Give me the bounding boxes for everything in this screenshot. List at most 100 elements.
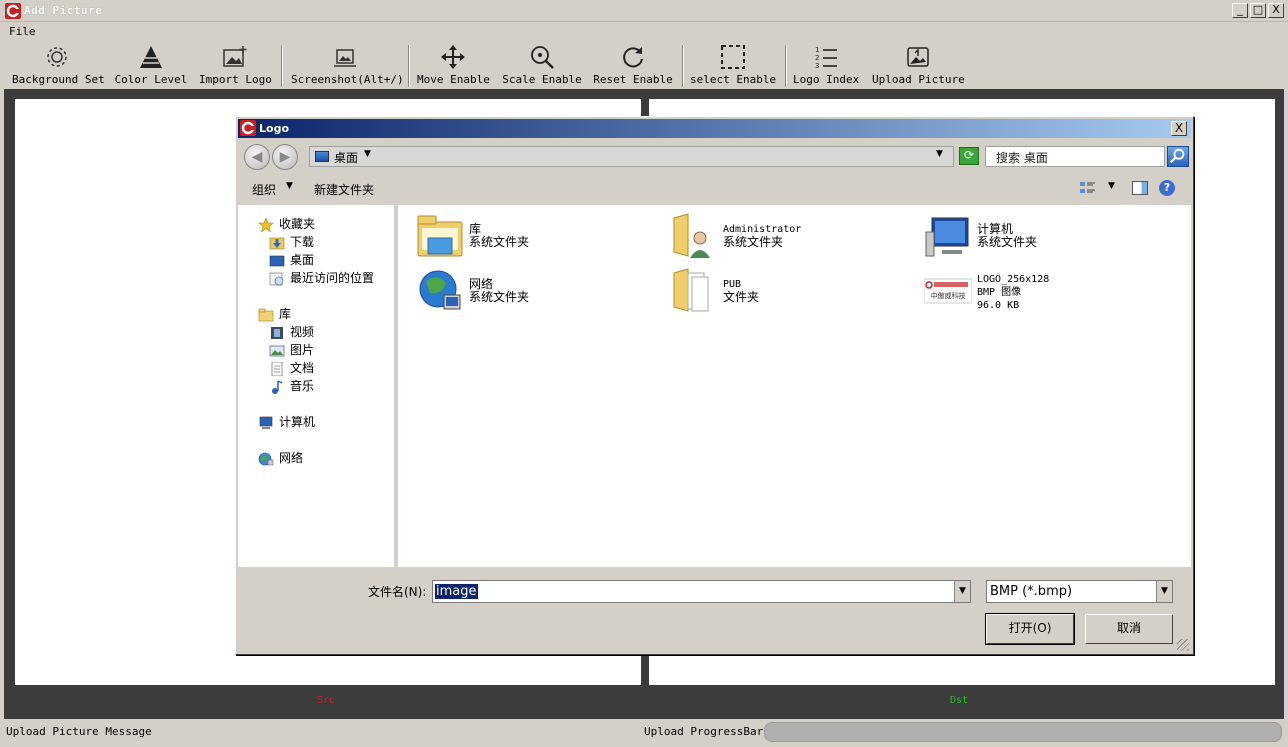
nav-videos[interactable]: 视频 — [269, 323, 314, 341]
maximize-button[interactable]: □ — [1250, 3, 1266, 18]
minimize-button[interactable]: _ — [1232, 3, 1248, 18]
scale-enable-button[interactable]: Scale Enable — [502, 41, 582, 87]
refresh-button[interactable]: ⟳ — [959, 147, 979, 165]
screenshot-icon — [334, 49, 356, 67]
open-button[interactable]: 打开(O) — [985, 613, 1075, 645]
screenshot-label: Screenshot(Alt+/) — [291, 73, 404, 86]
reset-enable-button[interactable]: Reset Enable — [593, 41, 673, 87]
file-item[interactable]: PUB 文件夹 — [670, 267, 920, 319]
address-row: ◀ ▶ 桌面 ▼ ▼ ⟳ 搜索 桌面 — [238, 142, 1191, 172]
nav-network[interactable]: 网络 — [258, 449, 303, 467]
nav-favorites-label: 收藏夹 — [279, 217, 316, 231]
file-type: BMP 图像 — [977, 287, 1022, 298]
file-item[interactable]: 中傲威科技 LOGO_256x128 BMP 图像 96.0 KB — [924, 267, 1174, 319]
video-icon — [271, 326, 283, 339]
address-current: 桌面 — [334, 151, 359, 165]
close-button[interactable]: X — [1268, 3, 1284, 18]
select-enable-label: select Enable — [690, 73, 777, 86]
nav-recent[interactable]: 最近访问的位置 — [269, 269, 374, 287]
move-icon — [441, 45, 465, 69]
nav-music[interactable]: 音乐 — [269, 377, 314, 395]
import-logo-button[interactable]: Import Logo — [199, 41, 272, 87]
view-options-icon[interactable] — [1080, 181, 1096, 195]
file-item[interactable]: 库 系统文件夹 — [416, 212, 666, 264]
upload-picture-button[interactable]: Upload Picture — [872, 41, 965, 87]
desktop-icon — [269, 255, 285, 266]
music-icon — [272, 379, 283, 394]
address-dropdown-icon[interactable]: ▼ — [936, 149, 943, 159]
filetype-value: BMP (*.bmp) — [990, 584, 1073, 599]
network-globe-icon — [419, 270, 461, 310]
file-item[interactable]: 网络 系统文件夹 — [416, 267, 666, 319]
scale-enable-label: Scale Enable — [502, 73, 582, 86]
nav-network-label: 网络 — [279, 451, 304, 465]
nav-libraries[interactable]: 库 — [258, 305, 291, 323]
nav-favorites[interactable]: 收藏夹 — [258, 215, 315, 233]
move-enable-button[interactable]: Move Enable — [417, 41, 490, 87]
dialog-titlebar: Logo X — [238, 119, 1191, 138]
command-bar: 组织 ▼ 新建文件夹 ▼ ? — [238, 175, 1191, 203]
dialog-close-button[interactable]: X — [1171, 121, 1187, 136]
folder-icon — [673, 268, 709, 312]
toolbar-separator — [785, 45, 787, 87]
nav-desktop[interactable]: 桌面 — [269, 251, 314, 269]
address-bar[interactable]: 桌面 ▼ ▼ — [309, 146, 954, 167]
filename-value: image — [435, 584, 478, 599]
thumbnail-text: 中傲威科技 — [931, 291, 966, 300]
nav-downloads-label: 下载 — [290, 235, 315, 249]
color-level-button[interactable]: Color Level — [114, 41, 188, 87]
preview-pane-icon[interactable] — [1132, 181, 1148, 195]
new-folder-button[interactable]: 新建文件夹 — [314, 181, 374, 198]
toolbar-separator — [281, 45, 283, 87]
reset-icon — [623, 47, 643, 68]
filename-dropdown-icon[interactable]: ▼ — [954, 581, 970, 602]
progress-label: Upload ProgressBar: — [644, 725, 770, 738]
cancel-button[interactable]: 取消 — [1085, 614, 1173, 644]
color-level-label: Color Level — [114, 73, 188, 86]
download-folder-icon — [269, 237, 285, 249]
file-item[interactable]: 计算机 系统文件夹 — [924, 212, 1174, 264]
nav-computer[interactable]: 计算机 — [258, 413, 315, 431]
gear-icon — [47, 47, 67, 67]
network-icon — [258, 452, 274, 465]
file-size: 96.0 KB — [977, 300, 1020, 311]
logo-index-button[interactable]: 123 Logo Index — [793, 41, 859, 87]
filetype-dropdown-icon[interactable]: ▼ — [1156, 581, 1172, 602]
source-label: Src — [317, 695, 336, 706]
organize-menu[interactable]: 组织 — [252, 181, 276, 198]
view-dropdown-icon[interactable]: ▼ — [1108, 181, 1115, 191]
organize-dropdown-icon[interactable]: ▼ — [286, 181, 293, 191]
move-enable-label: Move Enable — [417, 73, 490, 86]
image-upload-icon — [907, 47, 929, 67]
forward-button[interactable]: ▶ — [272, 144, 298, 170]
resize-grip[interactable] — [1177, 639, 1189, 651]
logo-index-label: Logo Index — [793, 73, 860, 86]
svg-text:1: 1 — [815, 46, 819, 54]
user-folder-icon — [673, 213, 710, 258]
nav-pictures[interactable]: 图片 — [269, 341, 314, 359]
recent-places-icon — [269, 272, 284, 285]
svg-text:3: 3 — [815, 62, 819, 70]
screenshot-button[interactable]: Screenshot(Alt+/) — [291, 41, 404, 87]
nav-documents[interactable]: 文档 — [269, 359, 314, 377]
toolbar-separator — [682, 45, 684, 87]
nav-downloads[interactable]: 下载 — [269, 233, 314, 251]
background-set-button[interactable]: Background Set — [12, 41, 105, 87]
select-enable-button[interactable]: select Enable — [690, 41, 776, 87]
search-input[interactable]: 搜索 桌面 — [985, 146, 1165, 167]
help-icon[interactable]: ? — [1159, 180, 1175, 196]
back-button[interactable]: ◀ — [244, 144, 270, 170]
search-button[interactable] — [1167, 146, 1189, 167]
destination-label: Dst — [950, 695, 969, 706]
search-icon — [1169, 148, 1185, 164]
menu-file[interactable]: File — [9, 25, 36, 38]
file-item[interactable]: Administrator 系统文件夹 — [670, 212, 920, 264]
document-icon — [271, 361, 283, 376]
file-type: 系统文件夹 — [469, 290, 530, 304]
computer-icon — [925, 217, 969, 257]
filename-input[interactable]: image ▼ — [432, 580, 971, 603]
breadcrumb-arrow-icon[interactable]: ▼ — [364, 149, 371, 159]
toolbar-separator — [408, 45, 410, 87]
nav-documents-label: 文档 — [290, 361, 315, 375]
filetype-select[interactable]: BMP (*.bmp) ▼ — [986, 580, 1173, 603]
